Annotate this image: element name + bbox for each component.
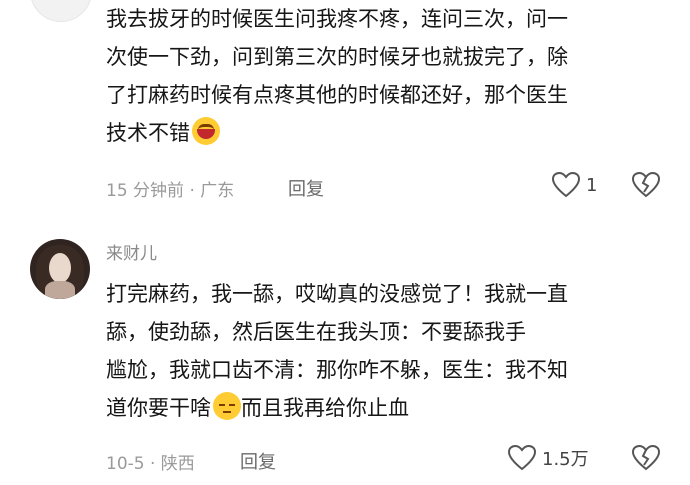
like-button[interactable]: 1 (552, 172, 597, 198)
comment-tail: 而且我再给你止血 (241, 396, 409, 420)
like-button[interactable]: 1.5万 (508, 445, 589, 471)
sad-face-icon (213, 392, 241, 420)
comment-line: 我去拔牙的时候医生问我疼不疼，连问三次，问一 (106, 7, 568, 31)
laughing-crying-icon (192, 117, 220, 145)
comment-meta: 15 分钟前 · 广东 (106, 181, 235, 201)
comment-card: 我去拔牙的时候医生问我疼不疼，连问三次，问一 次使一下劲，问到第三次的时候牙也就… (0, 0, 690, 215)
broken-heart-icon[interactable] (632, 445, 660, 471)
heart-icon (552, 172, 580, 198)
like-count: 1.5万 (542, 449, 589, 470)
comment-line: 次使一下劲，问到第三次的时候牙也就拔完了，除 (106, 45, 568, 69)
comment-card: 来财儿 打完麻药，我一舔，哎呦真的没感觉了！我就一直 舔，使劲舔，然后医生在我头… (0, 225, 690, 485)
comment-line: 技术不错 (106, 121, 190, 145)
comment-text: 打完麻药，我一舔，哎呦真的没感觉了！我就一直 舔，使劲舔，然后医生在我头顶：不要… (106, 275, 666, 427)
comment-meta: 10-5 · 陕西 (106, 454, 195, 474)
comment-line-last: 技术不错 (106, 114, 666, 152)
heart-icon (508, 445, 536, 471)
avatar[interactable] (30, 239, 90, 299)
avatar[interactable] (30, 0, 92, 22)
comment-line: 舔，使劲舔，然后医生在我头顶：不要舔我手 (106, 320, 526, 344)
comment-line: 了打麻药时候有点疼其他的时候都还好，那个医生 (106, 83, 568, 107)
comment-text: 我去拔牙的时候医生问我疼不疼，连问三次，问一 次使一下劲，问到第三次的时候牙也就… (106, 0, 666, 152)
like-count: 1 (586, 174, 598, 196)
reply-button[interactable]: 回复 (240, 448, 276, 474)
comment-line: 道你要干啥 (106, 396, 211, 420)
comment-line: 尴尬，我就口齿不清：那你咋不躲，医生：我不知 (106, 358, 568, 382)
username[interactable]: 来财儿 (106, 239, 157, 264)
comment-line: 打完麻药，我一舔，哎呦真的没感觉了！我就一直 (106, 282, 568, 306)
comment-line-last: 道你要干啥 而且我再给你止血 (106, 389, 666, 427)
reply-button[interactable]: 回复 (288, 175, 324, 201)
broken-heart-icon[interactable] (632, 172, 660, 198)
